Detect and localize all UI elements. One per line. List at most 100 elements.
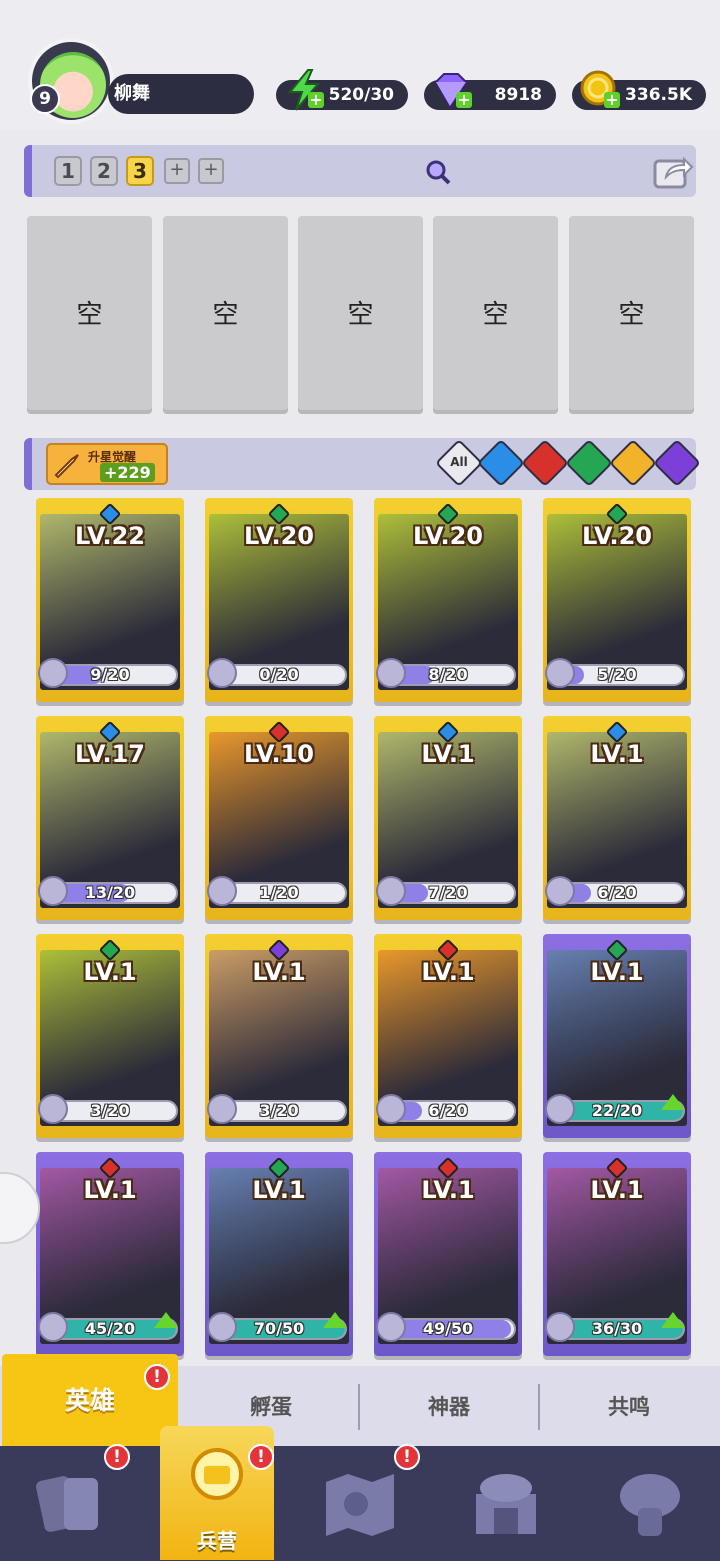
team-slot-4[interactable]: 空	[433, 216, 558, 414]
shard-icon	[207, 658, 237, 688]
bottom-nav: ! 兵营 ! !	[0, 1426, 720, 1561]
hero-card[interactable]: LV.22 9/20	[36, 498, 184, 702]
player-level-badge: 9	[30, 84, 60, 114]
hero-level: LV.20	[413, 522, 483, 550]
hero-level: LV.17	[75, 740, 145, 768]
nav-cards[interactable]	[30, 1464, 110, 1544]
hero-level: LV.1	[252, 1176, 306, 1204]
upgrade-arrow-icon[interactable]	[154, 1312, 178, 1328]
hero-level: LV.1	[252, 958, 306, 986]
hero-card[interactable]: LV.1 49/50	[374, 1152, 522, 1356]
share-icon[interactable]	[652, 151, 694, 191]
hero-level: LV.1	[590, 1176, 644, 1204]
upgrade-arrow-icon[interactable]	[661, 1094, 685, 1110]
hero-card[interactable]: LV.1 6/20	[543, 716, 691, 920]
hero-level: LV.1	[421, 1176, 475, 1204]
barracks-alert-badge: !	[248, 1444, 274, 1470]
hero-card[interactable]: LV.10 1/20	[205, 716, 353, 920]
magnifier-icon[interactable]	[424, 158, 452, 186]
hero-card[interactable]: LV.20 8/20	[374, 498, 522, 702]
hero-card[interactable]: LV.1 22/20	[543, 934, 691, 1138]
team-selector-bar: 1 2 3 + +	[24, 145, 696, 197]
player-name: 柳舞	[108, 74, 254, 114]
sword-icon	[54, 454, 79, 479]
filter-all-label: All	[450, 455, 468, 469]
hero-card[interactable]: LV.1 45/20	[36, 1152, 184, 1356]
floating-helper-avatar[interactable]	[0, 1172, 40, 1244]
add-team-button-2[interactable]: +	[198, 158, 224, 184]
shard-icon	[38, 876, 68, 906]
mushroom-icon	[620, 1474, 680, 1536]
heroes-alert-badge: !	[144, 1364, 170, 1390]
upgrade-arrow-icon[interactable]	[323, 1312, 347, 1328]
team-tab-1[interactable]: 1	[54, 156, 82, 186]
add-energy-button[interactable]: +	[308, 92, 324, 108]
shard-icon	[38, 1312, 68, 1342]
filter-fire-icon[interactable]	[520, 438, 570, 488]
hero-level: LV.1	[83, 958, 137, 986]
team-slot-1[interactable]: 空	[27, 216, 152, 414]
add-gems-button[interactable]: +	[456, 92, 472, 108]
sub-tab-bar: 英雄 ! 孵蛋 神器 共鸣	[0, 1354, 720, 1448]
hero-filter-bar: 升星觉醒 +229 All	[24, 438, 702, 490]
shard-icon	[545, 876, 575, 906]
filter-light-icon[interactable]	[608, 438, 658, 488]
shard-icon	[207, 1312, 237, 1342]
upgrade-arrow-icon[interactable]	[661, 1312, 685, 1328]
filter-nature-icon[interactable]	[564, 438, 614, 488]
shard-icon	[545, 1094, 575, 1124]
filter-water-icon[interactable]	[476, 438, 526, 488]
tab-resonance[interactable]: 共鸣	[540, 1366, 718, 1448]
hero-card[interactable]: LV.1 36/30	[543, 1152, 691, 1356]
team-tab-3[interactable]: 3	[126, 156, 154, 186]
hero-card[interactable]: LV.1 7/20	[374, 716, 522, 920]
cards-icon	[36, 1476, 98, 1532]
nav-map[interactable]	[320, 1464, 400, 1544]
team-tab-2[interactable]: 2	[90, 156, 118, 186]
shard-icon	[545, 658, 575, 688]
hero-level: LV.20	[582, 522, 652, 550]
shard-icon	[376, 1094, 406, 1124]
hero-card[interactable]: LV.1 3/20	[205, 934, 353, 1138]
nav-shop[interactable]	[466, 1464, 546, 1544]
hero-card[interactable]: LV.1 3/20	[36, 934, 184, 1138]
gem-value: 8918	[494, 85, 542, 105]
team-slot-3[interactable]: 空	[298, 216, 423, 414]
team-slot-2[interactable]: 空	[163, 216, 288, 414]
shard-icon	[376, 658, 406, 688]
shard-icon	[207, 1094, 237, 1124]
team-slot-5[interactable]: 空	[569, 216, 694, 414]
hero-level: LV.1	[590, 958, 644, 986]
filter-dark-icon[interactable]	[652, 438, 702, 488]
star-awaken-value: +229	[100, 463, 155, 482]
hero-card[interactable]: LV.17 13/20	[36, 716, 184, 920]
hero-level: LV.22	[75, 522, 145, 550]
barracks-icon	[191, 1448, 243, 1500]
hero-level: LV.1	[421, 740, 475, 768]
add-team-button-1[interactable]: +	[164, 158, 190, 184]
hero-card[interactable]: LV.20 0/20	[205, 498, 353, 702]
nav-barracks-label: 兵营	[197, 1529, 237, 1553]
shard-icon	[38, 658, 68, 688]
shard-icon	[376, 876, 406, 906]
top-bar: 9 柳舞 520/30 + 8918 + 336.5K +	[0, 0, 720, 130]
shard-icon	[38, 1094, 68, 1124]
hero-level: LV.20	[244, 522, 314, 550]
nav-guild[interactable]	[610, 1464, 690, 1544]
hero-card[interactable]: LV.1 70/50	[205, 1152, 353, 1356]
player-name-text: 柳舞	[114, 83, 150, 104]
map-alert-badge: !	[394, 1444, 420, 1470]
shop-icon	[476, 1474, 536, 1534]
add-gold-button[interactable]: +	[604, 92, 620, 108]
hero-level: LV.1	[83, 1176, 137, 1204]
map-icon	[326, 1474, 394, 1536]
hero-level: LV.10	[244, 740, 314, 768]
star-awaken-button[interactable]: 升星觉醒 +229	[46, 443, 168, 485]
tab-artifacts[interactable]: 神器	[360, 1366, 538, 1448]
shard-icon	[376, 1312, 406, 1342]
hero-card[interactable]: LV.20 5/20	[543, 498, 691, 702]
gold-value: 336.5K	[625, 85, 692, 105]
energy-value: 520/30	[328, 85, 394, 105]
hero-card[interactable]: LV.1 6/20	[374, 934, 522, 1138]
cards-alert-badge: !	[104, 1444, 130, 1470]
